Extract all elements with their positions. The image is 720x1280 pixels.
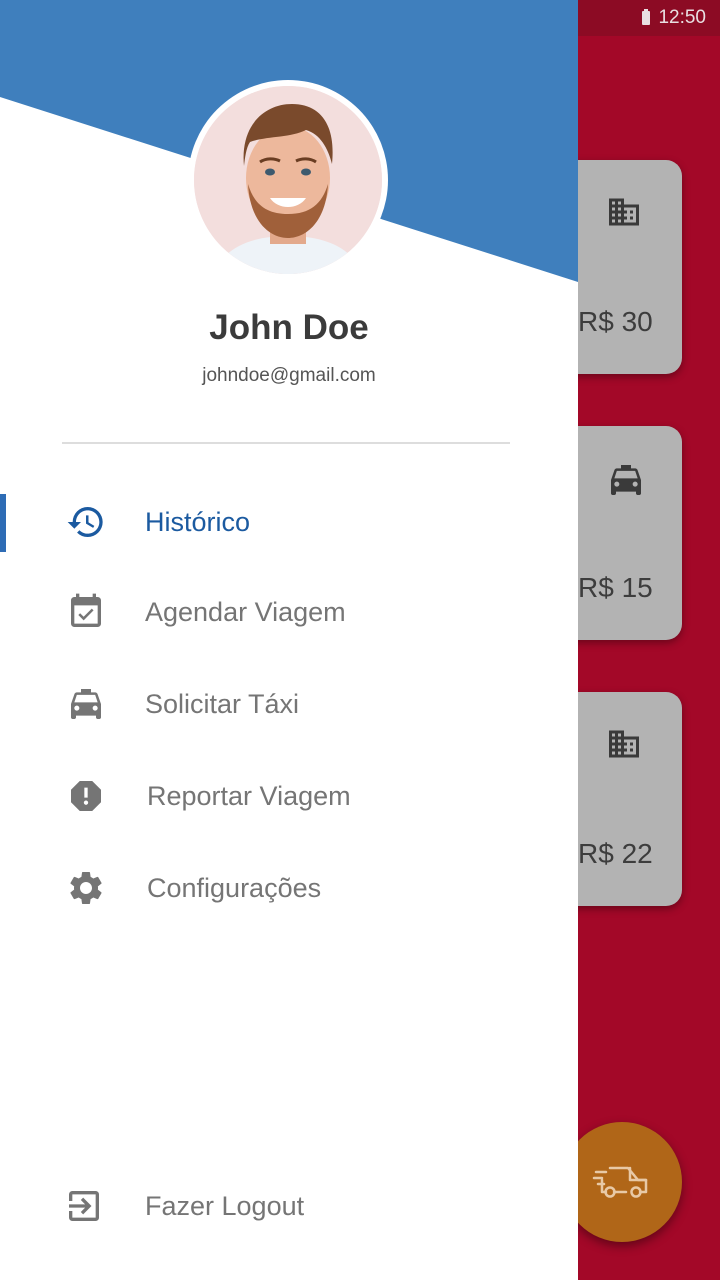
- menu-item-agendar-viagem[interactable]: Agendar Viagem: [0, 577, 578, 647]
- taxi-icon: [606, 460, 642, 496]
- gear-icon: [66, 868, 106, 908]
- report-icon: [66, 776, 106, 816]
- building-icon: [606, 726, 642, 762]
- user-photo: [194, 86, 382, 274]
- menu-item-label: Solicitar Táxi: [145, 688, 300, 719]
- menu-item-reportar-viagem[interactable]: Reportar Viagem: [0, 761, 578, 831]
- avatar[interactable]: [188, 80, 388, 280]
- menu-item-solicitar-taxi[interactable]: Solicitar Táxi: [0, 669, 578, 739]
- history-icon: [66, 502, 106, 542]
- divider: [62, 442, 510, 444]
- status-time: 12:50: [658, 7, 706, 28]
- building-icon: [606, 194, 642, 230]
- menu-item-label: Reportar Viagem: [147, 780, 351, 811]
- logout-button[interactable]: Fazer Logout: [0, 1171, 578, 1241]
- menu-item-configuracoes[interactable]: Configurações: [0, 853, 578, 923]
- delivery-car-icon: [592, 1166, 648, 1198]
- calendar-check-icon: [66, 592, 106, 632]
- logout-icon: [64, 1186, 104, 1226]
- battery-icon: [642, 9, 651, 25]
- trip-price: R$ 22: [578, 838, 653, 869]
- request-ride-fab[interactable]: [562, 1122, 682, 1242]
- menu-item-label: Histórico: [145, 506, 251, 537]
- trip-price: R$ 15: [578, 572, 653, 603]
- user-name: John Doe: [209, 308, 369, 347]
- taxi-icon: [66, 684, 106, 724]
- menu-item-label: Agendar Viagem: [145, 596, 346, 627]
- user-email: johndoe@gmail.com: [202, 365, 376, 386]
- logout-label: Fazer Logout: [145, 1190, 305, 1221]
- menu-item-historico[interactable]: Histórico: [0, 487, 578, 557]
- trip-price: R$ 30: [578, 306, 653, 337]
- navigation-drawer: John Doe johndoe@gmail.com Histórico Age…: [0, 0, 578, 1280]
- menu-item-label: Configurações: [147, 872, 322, 903]
